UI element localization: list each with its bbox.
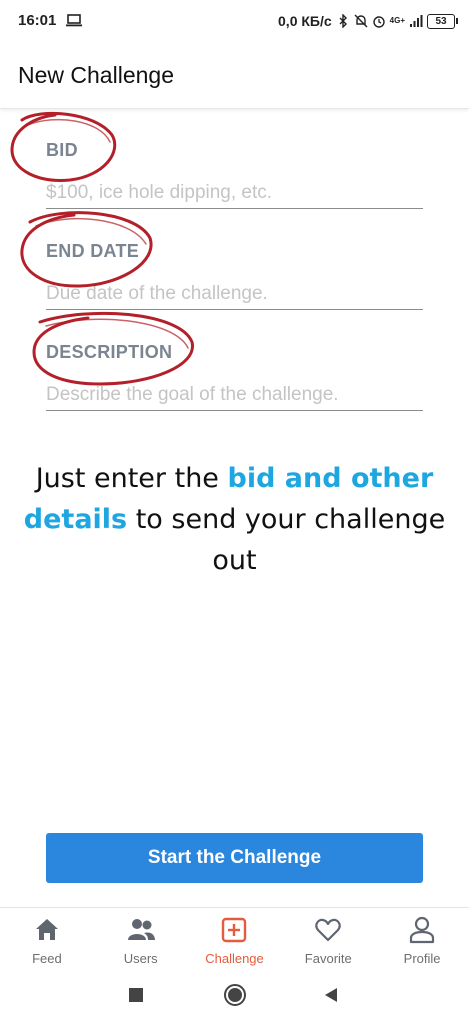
user-icon xyxy=(409,916,435,944)
promo-highlight-1: bid and other xyxy=(227,463,434,494)
status-bar: 16:01 0,0 КБ/с 4G+ 53 xyxy=(0,0,469,42)
plus-square-icon xyxy=(222,917,247,943)
tab-users[interactable]: Users xyxy=(94,908,188,968)
tab-challenge-label: Challenge xyxy=(205,951,264,966)
mute-bell-icon xyxy=(354,14,368,28)
laptop-icon xyxy=(66,14,82,27)
start-challenge-button[interactable]: Start the Challenge xyxy=(46,833,423,883)
status-time: 16:01 xyxy=(18,12,57,29)
tab-users-label: Users xyxy=(123,951,158,966)
bid-input[interactable] xyxy=(46,178,423,209)
bid-label: BID xyxy=(46,140,78,160)
tab-profile-label: Profile xyxy=(403,951,441,966)
home-icon xyxy=(35,919,58,940)
network-speed: 0,0 КБ/с xyxy=(278,13,332,29)
bottom-tab-bar: Feed Users Challenge Favorite Profile xyxy=(0,907,469,968)
end-date-input[interactable] xyxy=(46,279,423,310)
tab-favorite[interactable]: Favorite xyxy=(281,908,375,968)
promo-text-before: Just enter the xyxy=(35,463,228,494)
promo-highlight-2: details xyxy=(23,504,128,535)
home-button[interactable] xyxy=(223,983,247,1007)
battery-icon: 53 xyxy=(427,13,458,29)
bluetooth-icon xyxy=(339,14,347,28)
tab-feed[interactable]: Feed xyxy=(0,908,94,968)
tab-profile[interactable]: Profile xyxy=(375,908,469,968)
heart-icon xyxy=(315,918,341,942)
tab-challenge[interactable]: Challenge xyxy=(188,908,282,968)
tab-favorite-label: Favorite xyxy=(304,951,352,966)
recents-button[interactable] xyxy=(128,987,144,1003)
promo-text: Just enter the bid and other details to … xyxy=(10,458,459,581)
promo-text-after: to send your challenge out xyxy=(127,504,446,576)
back-button[interactable] xyxy=(323,987,339,1003)
end-date-label: END DATE xyxy=(46,241,140,261)
signal-icon xyxy=(410,15,423,27)
alarm-icon xyxy=(372,16,385,28)
page-title: New Challenge xyxy=(18,62,174,88)
users-icon xyxy=(127,919,155,940)
app-bar: New Challenge xyxy=(0,42,469,109)
description-input[interactable] xyxy=(46,380,423,411)
system-nav-bar xyxy=(0,968,469,1024)
network-type: 4G+ xyxy=(389,16,405,25)
description-label: DESCRIPTION xyxy=(46,342,173,362)
tab-feed-label: Feed xyxy=(32,951,62,966)
status-icons: 0,0 КБ/с 4G+ 53 xyxy=(278,10,458,32)
